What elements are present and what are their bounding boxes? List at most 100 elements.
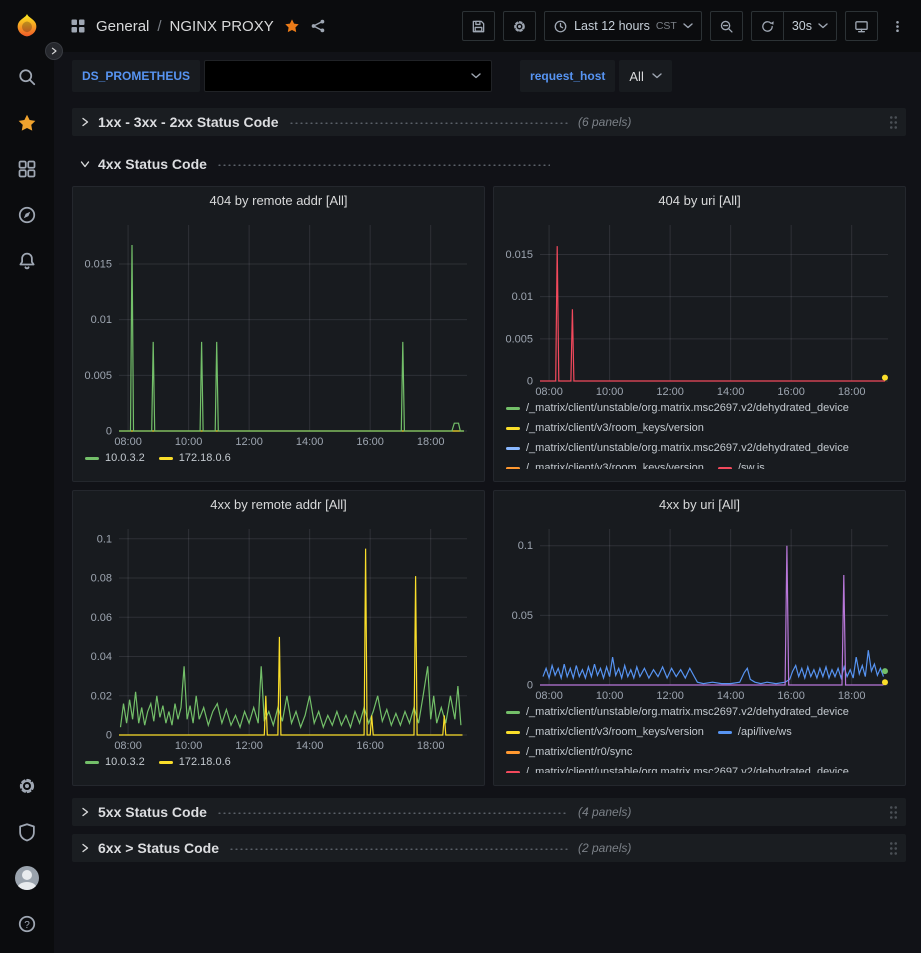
gear-icon (17, 776, 37, 796)
tv-monitor-icon (854, 19, 869, 34)
svg-text:0.08: 0.08 (90, 573, 111, 585)
legend-item[interactable]: /_matrix/client/v3/room_keys/version (506, 725, 704, 739)
sidebar-item-help[interactable]: ? (0, 901, 54, 947)
panel-legend: 10.0.3.2 172.18.0.6 (73, 753, 484, 779)
svg-text:0.005: 0.005 (505, 333, 533, 345)
row-panel-count: (4 panels) (578, 805, 631, 819)
svg-text:16:00: 16:00 (777, 690, 805, 702)
dashboard-icon[interactable] (70, 18, 86, 34)
sidebar-item-alerting[interactable] (0, 238, 54, 284)
svg-text:18:00: 18:00 (837, 690, 865, 702)
request-host-variable-label[interactable]: request_host (520, 60, 615, 92)
share-icon[interactable] (310, 18, 326, 34)
svg-text:18:00: 18:00 (416, 436, 444, 448)
legend-label: 172.18.0.6 (179, 755, 231, 769)
save-icon (471, 19, 486, 34)
legend-label: /_matrix/client/unstable/org.matrix.msc2… (526, 705, 849, 719)
chevron-down-icon (471, 73, 481, 79)
legend-item[interactable]: /_matrix/client/v3/room_keys/version (506, 421, 704, 435)
panel-title[interactable]: 4xx by uri [All] (494, 491, 905, 519)
row-title: 6xx > Status Code (98, 840, 219, 856)
legend-item[interactable]: /api/live/ws (718, 725, 792, 739)
chevron-right-icon (80, 843, 90, 853)
panel-title[interactable]: 404 by remote addr [All] (73, 187, 484, 215)
legend-label: 172.18.0.6 (179, 451, 231, 465)
legend-label: /_matrix/client/unstable/org.matrix.msc2… (526, 765, 849, 773)
datasource-select[interactable] (204, 60, 492, 92)
panel-4xx-by-remote-addr: 4xx by remote addr [All] 00.020.040.060.… (72, 490, 485, 786)
row-panel-count: (2 panels) (578, 841, 631, 855)
sidebar-item-server-admin[interactable] (0, 809, 54, 855)
row-dotted-leader (289, 121, 568, 124)
svg-text:0.005: 0.005 (84, 370, 112, 382)
row-title: 1xx - 3xx - 2xx Status Code (98, 114, 279, 130)
save-dashboard-button[interactable] (462, 11, 495, 41)
refresh-interval-dropdown[interactable]: 30s (784, 11, 837, 41)
legend-item[interactable]: 10.0.3.2 (85, 755, 145, 769)
sidebar-item-starred[interactable] (0, 100, 54, 146)
row-drag-handle[interactable] (889, 841, 898, 856)
svg-text:10:00: 10:00 (174, 436, 202, 448)
svg-text:18:00: 18:00 (416, 740, 444, 752)
grafana-flame-icon (12, 12, 42, 42)
svg-text:14:00: 14:00 (295, 740, 323, 752)
user-avatar (15, 866, 39, 890)
time-range-picker[interactable]: Last 12 hours CST (544, 11, 702, 41)
panel-404-by-remote-addr: 404 by remote addr [All] 00.0050.010.015… (72, 186, 485, 482)
legend-item[interactable]: 172.18.0.6 (159, 451, 231, 465)
time-range-label: Last 12 hours (574, 19, 650, 33)
legend-swatch (85, 457, 99, 460)
cycle-view-mode-button[interactable] (845, 11, 878, 41)
kebab-menu-button[interactable] (886, 11, 909, 41)
favorite-star-icon[interactable] (284, 18, 300, 34)
dashboard-settings-button[interactable] (503, 11, 536, 41)
refresh-button[interactable] (751, 11, 784, 41)
legend-item[interactable]: /_matrix/client/unstable/org.matrix.msc2… (506, 401, 849, 415)
panel-4xx-by-uri: 4xx by uri [All] 00.050.108:0010:0012:00… (493, 490, 906, 786)
legend-item[interactable]: 172.18.0.6 (159, 755, 231, 769)
legend-swatch (718, 467, 732, 470)
time-series-chart[interactable]: 00.050.108:0010:0012:0014:0016:0018:00 (498, 519, 902, 703)
legend-label: /_matrix/client/v3/room_keys/version (526, 461, 704, 469)
legend-item[interactable]: /_matrix/client/v3/room_keys/version (506, 461, 704, 469)
sidebar-item-configuration[interactable] (0, 763, 54, 809)
time-series-chart[interactable]: 00.0050.010.01508:0010:0012:0014:0016:00… (77, 215, 481, 449)
row-title: 4xx Status Code (98, 156, 207, 172)
zoom-out-time-button[interactable] (710, 11, 743, 41)
svg-text:0: 0 (526, 376, 532, 388)
svg-text:14:00: 14:00 (716, 386, 744, 398)
legend-item[interactable]: /_matrix/client/unstable/org.matrix.msc2… (506, 765, 849, 773)
breadcrumb-dashboard-title[interactable]: NGINX PROXY (170, 18, 274, 35)
breadcrumb-folder[interactable]: General (96, 18, 149, 35)
row-drag-handle[interactable] (889, 115, 898, 130)
chevron-right-icon (50, 47, 58, 55)
legend-item[interactable]: 10.0.3.2 (85, 451, 145, 465)
row-drag-handle[interactable] (889, 805, 898, 820)
sidebar-item-explore[interactable] (0, 192, 54, 238)
legend-item[interactable]: /_matrix/client/unstable/org.matrix.msc2… (506, 441, 849, 455)
row-1xx-3xx-2xx-status-code[interactable]: 1xx - 3xx - 2xx Status Code (6 panels) (72, 108, 906, 136)
sidebar-item-dashboards[interactable] (0, 146, 54, 192)
legend-item[interactable]: /_matrix/client/unstable/org.matrix.msc2… (506, 705, 849, 719)
panel-title[interactable]: 404 by uri [All] (494, 187, 905, 215)
row-5xx-status-code[interactable]: 5xx Status Code (4 panels) (72, 798, 906, 826)
legend-label: 10.0.3.2 (105, 451, 145, 465)
legend-label: /_matrix/client/r0/sync (526, 745, 632, 759)
chevron-down-icon (818, 23, 828, 29)
row-6xx-status-code[interactable]: 6xx > Status Code (2 panels) (72, 834, 906, 862)
time-series-chart[interactable]: 00.020.040.060.080.108:0010:0012:0014:00… (77, 519, 481, 753)
svg-text:12:00: 12:00 (656, 386, 684, 398)
request-host-select[interactable]: All (619, 60, 671, 92)
datasource-variable-label[interactable]: DS_PROMETHEUS (72, 60, 200, 92)
legend-item[interactable]: /_matrix/client/r0/sync (506, 745, 632, 759)
panel-title[interactable]: 4xx by remote addr [All] (73, 491, 484, 519)
sidebar-item-search[interactable] (0, 54, 54, 100)
dashboards-grid-icon (17, 159, 37, 179)
grafana-logo[interactable] (10, 10, 44, 44)
legend-item[interactable]: /sw.js (718, 461, 765, 469)
chevron-right-icon (80, 117, 90, 127)
row-4xx-status-code[interactable]: 4xx Status Code (72, 150, 906, 178)
sidebar-item-profile[interactable] (0, 855, 54, 901)
time-series-chart[interactable]: 00.0050.010.01508:0010:0012:0014:0016:00… (498, 215, 902, 399)
sidebar-expand-button[interactable] (45, 42, 63, 60)
